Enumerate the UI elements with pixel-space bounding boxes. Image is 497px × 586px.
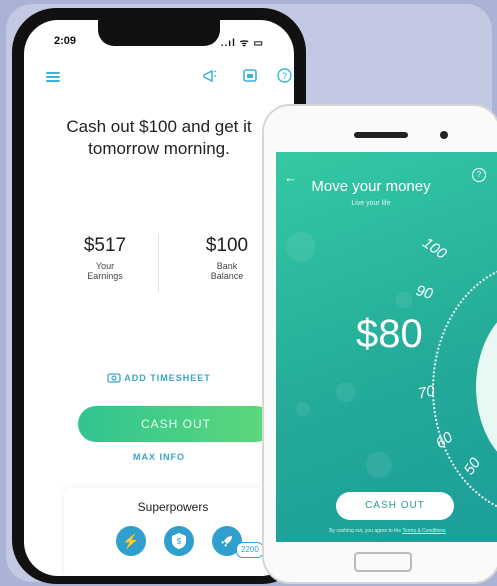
svg-text:$: $ xyxy=(177,537,182,546)
headline: Cash out $100 and get it tomorrow mornin… xyxy=(66,117,252,158)
shield-icon[interactable]: $ xyxy=(164,526,194,556)
android-camera xyxy=(440,131,448,139)
dial-tick-90: 90 xyxy=(414,282,435,303)
android-home-button[interactable] xyxy=(354,552,412,572)
help-icon[interactable]: ? xyxy=(276,68,292,84)
status-indicators: ..ıl ᯤ ▭ xyxy=(220,38,264,49)
stat-divider xyxy=(158,234,159,292)
earnings-label: Your Earnings xyxy=(87,261,123,281)
superpowers-panel: Superpowers ⚡ $ 2200 xyxy=(64,488,282,576)
status-time: 2:09 xyxy=(54,35,77,47)
android-device: ← ? Move your money Live your life 100 9… xyxy=(262,104,497,584)
superpowers-badge: 2200 xyxy=(236,542,264,558)
earnings-stat: $517 Your Earnings xyxy=(50,235,160,281)
camera-icon xyxy=(107,372,121,385)
android-cash-out-button[interactable]: CASH OUT xyxy=(336,492,454,520)
svg-text:?: ? xyxy=(281,71,286,81)
android-title: Move your money xyxy=(311,178,431,195)
dial-tick-70: 70 xyxy=(416,382,437,403)
terms-text: By cashing out, you agree to the Terms &… xyxy=(276,528,497,534)
add-timesheet-label: ADD TIMESHEET xyxy=(124,372,211,383)
add-timesheet-link[interactable]: ADD TIMESHEET xyxy=(24,372,294,385)
menu-icon[interactable] xyxy=(46,72,60,82)
superpowers-title: Superpowers xyxy=(137,500,209,514)
selected-amount: $80 xyxy=(356,312,423,356)
iphone-notch xyxy=(98,20,220,46)
iphone-screen: 2:09 ..ıl ᯤ ▭ ? Cash out $100 and get it… xyxy=(24,20,294,576)
android-speaker xyxy=(354,132,408,138)
dial-tick-100: 100 xyxy=(419,234,450,263)
android-screen: ← ? Move your money Live your life 100 9… xyxy=(276,152,497,542)
help-icon[interactable]: ? xyxy=(472,168,486,182)
lightning-icon[interactable]: ⚡ xyxy=(116,526,146,556)
earnings-value: $517 xyxy=(83,235,127,256)
megaphone-icon[interactable] xyxy=(202,68,218,84)
terms-prefix: By cashing out, you agree to the xyxy=(329,528,402,534)
max-info-link[interactable]: MAX INFO xyxy=(24,452,294,462)
android-subtitle: Live your life xyxy=(351,200,391,207)
cash-out-button[interactable]: CASH OUT xyxy=(78,406,274,442)
calendar-icon[interactable] xyxy=(242,68,258,84)
terms-link[interactable]: Terms & Conditions xyxy=(402,528,445,534)
